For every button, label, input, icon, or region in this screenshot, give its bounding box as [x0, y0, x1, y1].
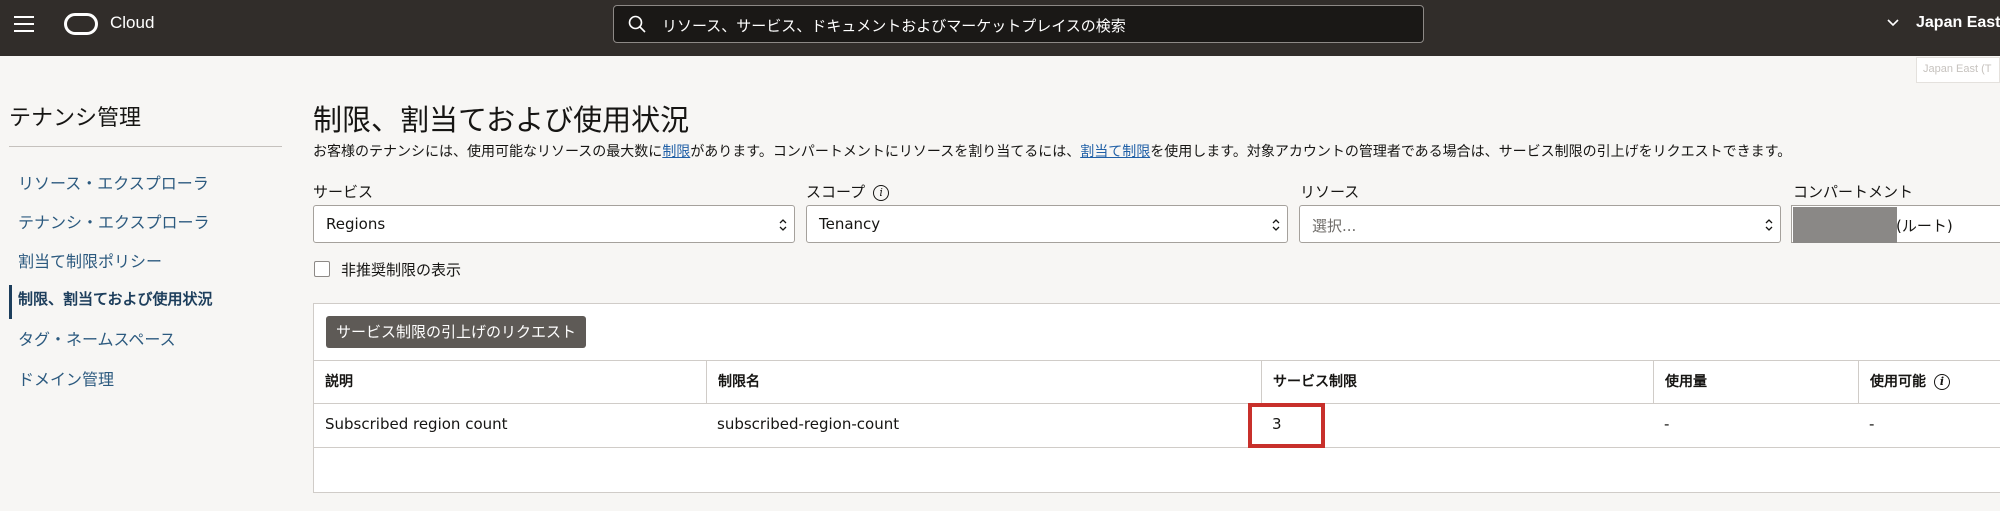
info-icon[interactable]: i	[873, 185, 890, 201]
resource-value: 選択...	[1312, 217, 1357, 235]
page-description: お客様のテナンシには、使用可能なリソースの最大数に制限があります。コンパートメン…	[313, 141, 1791, 161]
column-header-description[interactable]: 説明	[314, 361, 706, 404]
chevron-down-icon[interactable]	[1886, 16, 1900, 30]
active-indicator	[9, 285, 12, 319]
deprecated-limits-label: 非推奨制限の表示	[341, 261, 462, 279]
oracle-logo-icon[interactable]	[64, 13, 98, 35]
scope-select[interactable]: Tenancy	[806, 205, 1288, 243]
limits-link[interactable]: 制限	[662, 144, 690, 160]
column-header-usage[interactable]: 使用量	[1653, 361, 1858, 404]
column-header-limit-name[interactable]: 制限名	[706, 361, 1261, 404]
search-input[interactable]: リソース、サービス、ドキュメントおよびマーケットプレイスの検索	[613, 5, 1424, 43]
sidebar-divider	[9, 146, 282, 147]
description-text: を使用します。対象アカウントの管理者である場合は、サービス制限の引上げをリクエス…	[1150, 144, 1792, 160]
limits-table-panel: サービス制限の引上げのリクエスト 説明 制限名 サービス制限 使用量 使用可能 i…	[313, 303, 2000, 493]
search-icon	[628, 15, 646, 33]
scope-label-text: スコープ	[806, 183, 866, 201]
deprecated-limits-checkbox[interactable]	[314, 261, 330, 277]
search-placeholder: リソース、サービス、ドキュメントおよびマーケットプレイスの検索	[662, 17, 1126, 35]
service-value: Regions	[326, 215, 386, 233]
cell-limit-name: subscribed-region-count	[717, 415, 900, 433]
resource-select[interactable]: 選択...	[1299, 205, 1781, 243]
select-arrows-icon	[779, 219, 787, 231]
sidebar-item-quota-policies[interactable]: 割当て制限ポリシー	[18, 248, 162, 272]
compartment-value: (ルート)	[1896, 217, 1953, 235]
sidebar-title: テナンシ管理	[9, 106, 142, 131]
brand-name[interactable]: Cloud	[110, 13, 154, 33]
sidebar-item-tenancy-explorer[interactable]: テナンシ・エクスプローラ	[18, 209, 210, 233]
page-title: 制限、割当ておよび使用状況	[313, 103, 690, 137]
select-arrows-icon	[1272, 219, 1280, 231]
scope-value: Tenancy	[819, 215, 881, 233]
service-select[interactable]: Regions	[313, 205, 795, 243]
region-tooltip: Japan East (T	[1916, 57, 2000, 83]
compartment-select[interactable]: (ルート)	[1791, 205, 2000, 243]
sidebar-item-tag-namespaces[interactable]: タグ・ネームスペース	[18, 326, 176, 350]
scope-label: スコープ i	[806, 181, 890, 202]
cell-available: -	[1869, 415, 1875, 433]
table-row: Subscribed region count subscribed-regio…	[314, 404, 2000, 448]
service-label: サービス	[313, 183, 374, 201]
sidebar-item-domain-management[interactable]: ドメイン管理	[18, 366, 114, 390]
column-header-service-limit[interactable]: サービス制限	[1261, 361, 1653, 404]
info-icon[interactable]: i	[1934, 374, 1950, 390]
top-navigation-bar: Cloud リソース、サービス、ドキュメントおよびマーケットプレイスの検索 Ja…	[0, 0, 2000, 56]
select-arrows-icon	[1765, 219, 1773, 231]
column-header-available[interactable]: 使用可能 i	[1858, 361, 2000, 404]
description-text: があります。コンパートメントにリソースを割り当てるには、	[690, 144, 1081, 160]
sidebar-item-resource-explorer[interactable]: リソース・エクスプローラ	[18, 170, 209, 194]
table-header: 説明 制限名 サービス制限 使用量 使用可能 i	[314, 360, 2000, 404]
menu-icon[interactable]	[14, 16, 34, 32]
redacted-area	[1793, 207, 1897, 243]
resource-label: リソース	[1300, 183, 1360, 201]
quota-link[interactable]: 割当て制限	[1080, 144, 1150, 160]
cell-description: Subscribed region count	[325, 415, 508, 433]
cell-usage: -	[1664, 415, 1670, 433]
description-text: お客様のテナンシには、使用可能なリソースの最大数に	[313, 144, 663, 160]
service-limit-highlight-box	[1248, 403, 1325, 448]
sidebar-item-limits-quotas-usage[interactable]: 制限、割当ておよび使用状況	[18, 288, 213, 309]
compartment-label: コンパートメント	[1793, 183, 1914, 201]
available-header-text: 使用可能	[1870, 374, 1926, 390]
request-limit-increase-button[interactable]: サービス制限の引上げのリクエスト	[326, 316, 587, 348]
region-selector[interactable]: Japan East	[1916, 14, 2000, 32]
